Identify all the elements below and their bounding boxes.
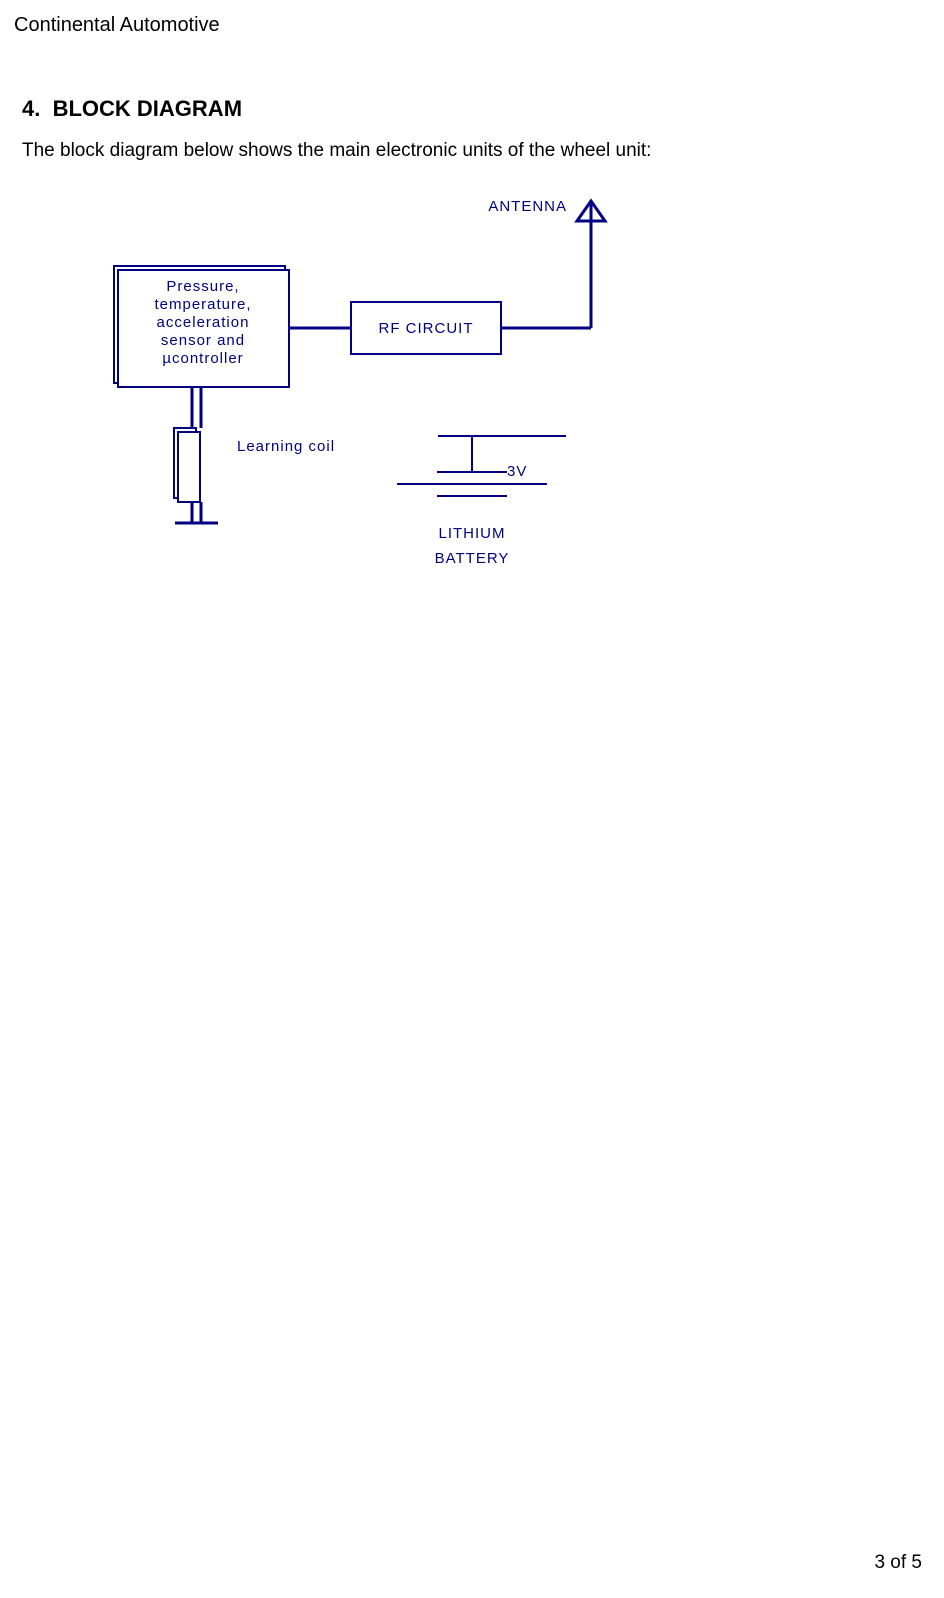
sensor-line4: sensor and — [161, 332, 245, 349]
page-number: 3 of 5 — [874, 1552, 922, 1574]
learning-coil-label: Learning coil — [237, 438, 335, 455]
battery-label-line1: LITHIUM — [439, 525, 506, 542]
sensor-line2: temperature, — [154, 296, 251, 313]
section-number: 4. — [22, 96, 40, 121]
intro-text: The block diagram below shows the main e… — [22, 140, 651, 162]
battery-voltage-label: 3V — [507, 463, 527, 480]
page-header: Continental Automotive — [14, 14, 220, 37]
rf-circuit-label: RF CIRCUIT — [379, 320, 474, 337]
sensor-line3: acceleration — [157, 314, 250, 331]
antenna-label: ANTENNA — [488, 198, 567, 215]
sensor-line5: µcontroller — [162, 350, 243, 367]
block-diagram: Pressure, temperature, acceleration sens… — [22, 188, 722, 588]
sensor-line1: Pressure, — [166, 278, 239, 295]
section-title: 4. BLOCK DIAGRAM — [22, 96, 242, 122]
section-heading: BLOCK DIAGRAM — [53, 96, 242, 121]
battery-label-line2: BATTERY — [435, 550, 510, 567]
